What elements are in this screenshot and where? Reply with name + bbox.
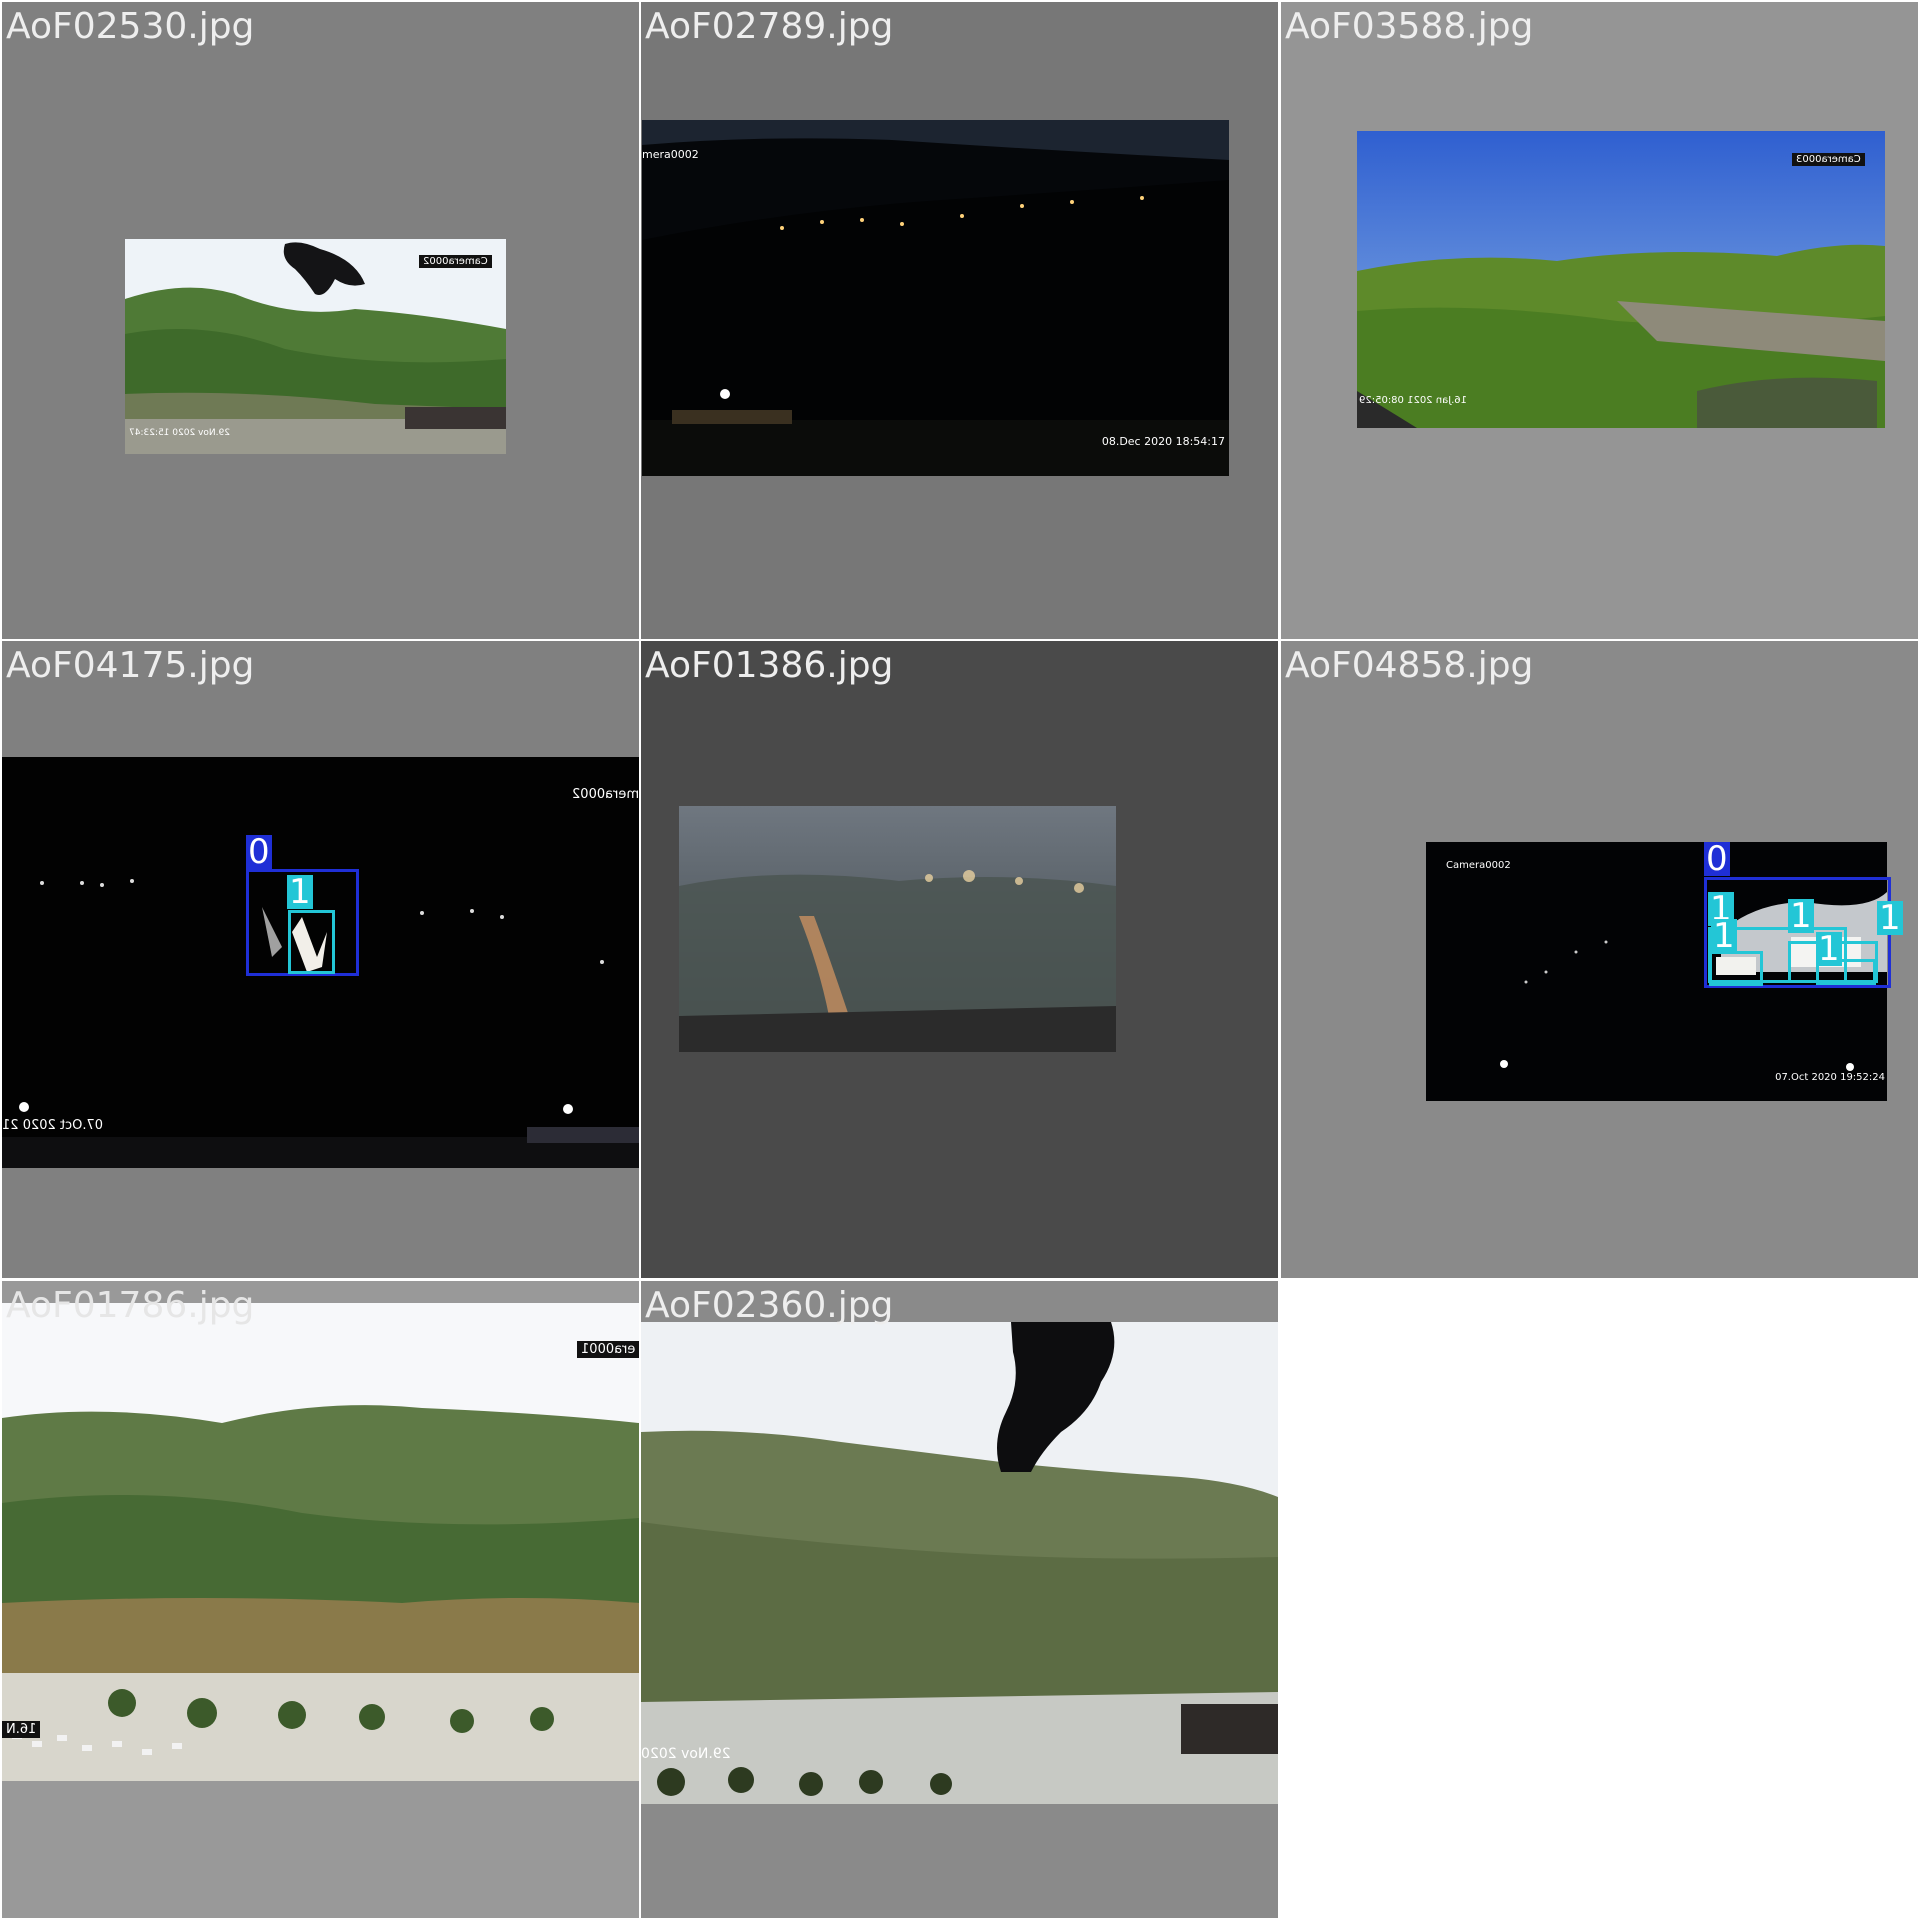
tile-filename: AoF04858.jpg [1285,645,1534,686]
photo-hillside-smoke: Camera0002 29.Nov 2020 15:23:47 [125,239,506,454]
fire-class-label: 1 [1711,916,1737,956]
camera-label: mera0002 [571,787,639,802]
grid-tile-4: AoF04175.jpg mera0002 07.Oct 2020 21 0 1 [2,641,639,1278]
timestamp: 07.Oct 2020 21 [2,1118,104,1133]
timestamp: 16.N [2,1721,41,1738]
grid-tile-8: AoF02360.jpg 29.Nov 2020 [641,1281,1278,1918]
photo-hillside-parking: era0001 16.N [2,1303,639,1781]
smoke-class-label: 0 [246,832,272,872]
photo-fog-night [679,806,1116,1052]
timestamp: 29.Nov 2020 [641,1746,731,1762]
camera-label: Camera0002 [1446,860,1511,871]
grid-tile-5: AoF01386.jpg [641,641,1278,1278]
tile-filename: AoF01386.jpg [645,645,894,686]
tile-filename: AoF02530.jpg [6,6,255,47]
smoke-class-label: 0 [1704,839,1730,879]
photo-daylight-valley: Camera0003 16.Jan 2021 08:05:29 [1357,131,1885,428]
photo-hillside-black-smoke: 29.Nov 2020 [641,1322,1278,1804]
timestamp: 07.Oct 2020 19:52:24 [1775,1072,1885,1083]
timestamp: 16.Jan 2021 08:05:29 [1359,395,1468,406]
photo-night-hills: mera0002 08.Dec 2020 18:54:17 [642,120,1229,476]
fire-class-label: 1 [1816,929,1842,969]
grid-tile-7: AoF01786.jpg era0001 16.N [2,1281,639,1918]
grid-tile-2: AoF02789.jpg mera0002 08.Dec 2020 18:54:… [641,2,1278,639]
timestamp: 29.Nov 2020 15:23:47 [129,428,230,438]
tile-filename: AoF01786.jpg [6,1285,255,1326]
tile-filename: AoF03588.jpg [1285,6,1534,47]
camera-label: Camera0003 [1792,153,1865,166]
camera-label: Camera0002 [419,255,492,268]
timestamp: 08.Dec 2020 18:54:17 [1101,435,1225,448]
tile-filename: AoF02789.jpg [645,6,894,47]
tile-filename: AoF04175.jpg [6,645,255,686]
fire-class-label: 1 [287,872,313,912]
tile-filename: AoF02360.jpg [645,1285,894,1326]
grid-tile-6: AoF04858.jpg Camera0002 07.Oct 2020 19:5… [1281,641,1918,1278]
grid-tile-1: AoF02530.jpg Camera0002 29.Nov 2020 15:2… [2,2,639,639]
fire-class-label: 1 [1877,898,1903,938]
camera-label: mera0002 [642,148,699,161]
fire-class-label: 1 [1788,896,1814,936]
fire-bounding-box [1709,951,1763,986]
fire-bounding-box [288,910,335,974]
camera-label: era0001 [576,1341,639,1358]
grid-tile-3: AoF03588.jpg Camera0003 16.Jan 2021 08:0… [1281,2,1918,639]
